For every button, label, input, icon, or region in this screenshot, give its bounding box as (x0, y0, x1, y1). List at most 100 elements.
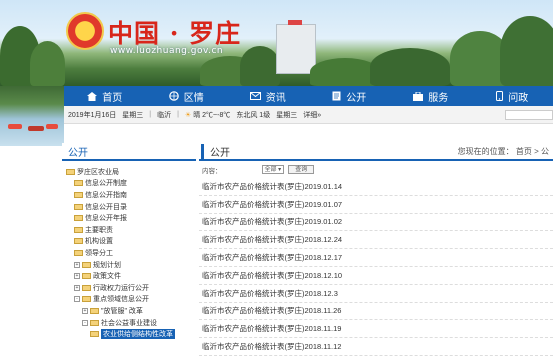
filter-label: 内容： (202, 165, 222, 175)
sidebar-tree-item[interactable]: + 行政权力运行公开 (62, 282, 196, 294)
sidebar-item-label: 农业供给侧结构性改革 (101, 329, 175, 339)
sidebar-tree-item[interactable]: 领导分工 (62, 247, 196, 259)
expand-icon[interactable]: + (74, 285, 80, 291)
current-date: 2019年1月16日 (68, 110, 116, 120)
nav-home[interactable]: 首页 (64, 86, 146, 106)
weather-wind: 东北风 1级 (236, 110, 270, 120)
sidebar-tree-item[interactable]: 机构设置 (62, 236, 196, 248)
expand-icon[interactable]: + (74, 262, 80, 268)
sidebar-item-label: 政策文件 (93, 271, 121, 281)
sidebar-tree-item[interactable]: 农业供给侧结构性改革 (62, 328, 196, 340)
sidebar-title: 公开 (62, 143, 196, 161)
building-image (276, 24, 316, 74)
main-header: 公开 您现在的位置： 首页 > 公 (199, 143, 553, 161)
document-icon (332, 91, 341, 101)
sun-icon: ☀ (185, 111, 191, 119)
national-emblem-icon (66, 12, 104, 50)
collapse-icon[interactable]: - (82, 320, 88, 326)
filter-select[interactable]: 全部 ▾ (262, 165, 285, 174)
nav-news[interactable]: 资讯 (227, 86, 309, 106)
sidebar-item-label: 信息公开指南 (85, 190, 127, 200)
sidebar-tree-item[interactable]: + 政策文件 (62, 270, 196, 282)
folder-icon (74, 204, 83, 210)
sidebar-tree-item[interactable]: - 社会公益事业建设 (62, 317, 196, 329)
home-icon (87, 92, 97, 101)
folder-icon (90, 331, 99, 337)
lake-image (0, 86, 64, 146)
folder-icon (74, 192, 83, 198)
sidebar-item-label: 信息公开目录 (85, 202, 127, 212)
sidebar-item-label: 信息公开制度 (85, 178, 127, 188)
article-link[interactable]: 临沂市农产品价格统计表(罗庄)2018.12.17 (199, 249, 553, 267)
globe-icon (169, 91, 179, 101)
nav-overview[interactable]: 区情 (146, 86, 228, 106)
search-button[interactable]: 查询 (288, 165, 314, 174)
main-content: 公开 您现在的位置： 首页 > 公 内容： 全部 ▾ 查询 临沂市农产品价格统计… (199, 143, 553, 346)
expand-icon[interactable]: + (74, 273, 80, 279)
folder-icon (90, 320, 99, 326)
folder-icon (82, 262, 91, 268)
nav-inquiry[interactable]: 问政 (472, 86, 553, 106)
site-url: www.luozhuang.gov.cn (110, 46, 223, 56)
site-search-input[interactable] (505, 110, 553, 120)
sidebar-tree-item[interactable]: 主要职责 (62, 224, 196, 236)
weather-city: 临沂 (157, 110, 171, 120)
article-link[interactable]: 临沂市农产品价格统计表(罗庄)2018.11.12 (199, 338, 553, 356)
sidebar-tree-item[interactable]: 信息公开年报 (62, 212, 196, 224)
folder-icon (90, 308, 99, 314)
sidebar-tree-item[interactable]: 罗庄区农业局 (62, 166, 196, 178)
main-nav: 首页 区情 资讯 公开 服务 问政 (64, 86, 553, 106)
sidebar-item-label: 领导分工 (85, 248, 113, 258)
article-link[interactable]: 临沂市农产品价格统计表(罗庄)2018.11.19 (199, 320, 553, 338)
info-bar: 2019年1月16日 星期三 | 临沂 | ☀ 晴 2℃~-8℃ 东北风 1级 … (64, 106, 553, 124)
current-weekday: 星期三 (122, 110, 143, 120)
sidebar-item-label: 机构设置 (85, 236, 113, 246)
article-link[interactable]: 临沂市农产品价格统计表(罗庄)2019.01.07 (199, 196, 553, 214)
article-list: 临沂市农产品价格统计表(罗庄)2019.01.14临沂市农产品价格统计表(罗庄)… (199, 178, 553, 356)
expand-icon[interactable]: + (82, 308, 88, 314)
article-link[interactable]: 临沂市农产品价格统计表(罗庄)2019.01.02 (199, 214, 553, 232)
sidebar-tree-item[interactable]: + "放管服" 改革 (62, 305, 196, 317)
sidebar-item-label: 信息公开年报 (85, 213, 127, 223)
sidebar-item-label: 罗庄区农业局 (77, 167, 119, 177)
article-link[interactable]: 临沂市农产品价格统计表(罗庄)2018.11.26 (199, 303, 553, 321)
sidebar-item-label: 行政权力运行公开 (93, 283, 149, 293)
weather-detail-link[interactable]: 详细» (303, 110, 321, 120)
sidebar-tree-item[interactable]: 信息公开目录 (62, 201, 196, 213)
sidebar: 公开 罗庄区农业局信息公开制度信息公开指南信息公开目录信息公开年报主要职责机构设… (62, 143, 196, 346)
collapse-icon[interactable]: - (74, 296, 80, 302)
folder-icon (82, 296, 91, 302)
folder-icon (82, 285, 91, 291)
sidebar-tree-item[interactable]: - 重点领域信息公开 (62, 294, 196, 306)
site-brand[interactable]: 中国 · 罗庄 (108, 14, 241, 50)
sidebar-item-label: 规划计划 (93, 260, 121, 270)
page-title: 公开 (201, 144, 230, 159)
folder-icon (82, 273, 91, 279)
folder-icon (74, 238, 83, 244)
nav-service[interactable]: 服务 (390, 86, 472, 106)
phone-icon (496, 91, 503, 101)
folder-icon (74, 180, 83, 186)
sidebar-tree-item[interactable]: + 规划计划 (62, 259, 196, 271)
sidebar-tree: 罗庄区农业局信息公开制度信息公开指南信息公开目录信息公开年报主要职责机构设置领导… (62, 161, 196, 340)
header-banner: 中国 · 罗庄 www.luozhuang.gov.cn (0, 0, 553, 86)
article-link[interactable]: 临沂市农产品价格统计表(罗庄)2018.12.10 (199, 267, 553, 285)
nav-public[interactable]: 公开 (309, 86, 391, 106)
article-link[interactable]: 临沂市农产品价格统计表(罗庄)2018.12.3 (199, 285, 553, 303)
filter-bar: 内容： 全部 ▾ 查询 (199, 161, 553, 178)
sidebar-item-label: 社会公益事业建设 (101, 318, 157, 328)
folder-icon (66, 169, 75, 175)
article-link[interactable]: 临沂市农产品价格统计表(罗庄)2019.01.14 (199, 178, 553, 196)
mail-icon (250, 92, 261, 100)
sidebar-tree-item[interactable]: 信息公开制度 (62, 178, 196, 190)
folder-icon (74, 227, 83, 233)
sidebar-item-label: "放管服" 改革 (101, 306, 143, 316)
folder-icon (74, 250, 83, 256)
sidebar-item-label: 重点领域信息公开 (93, 294, 149, 304)
sidebar-tree-item[interactable]: 信息公开指南 (62, 189, 196, 201)
weather-text: 晴 2℃~-8℃ (193, 110, 230, 120)
breadcrumb[interactable]: 您现在的位置： 首页 > 公 (458, 146, 553, 157)
weather-day: 星期三 (276, 110, 297, 120)
service-icon (413, 92, 423, 101)
article-link[interactable]: 临沂市农产品价格统计表(罗庄)2018.12.24 (199, 231, 553, 249)
